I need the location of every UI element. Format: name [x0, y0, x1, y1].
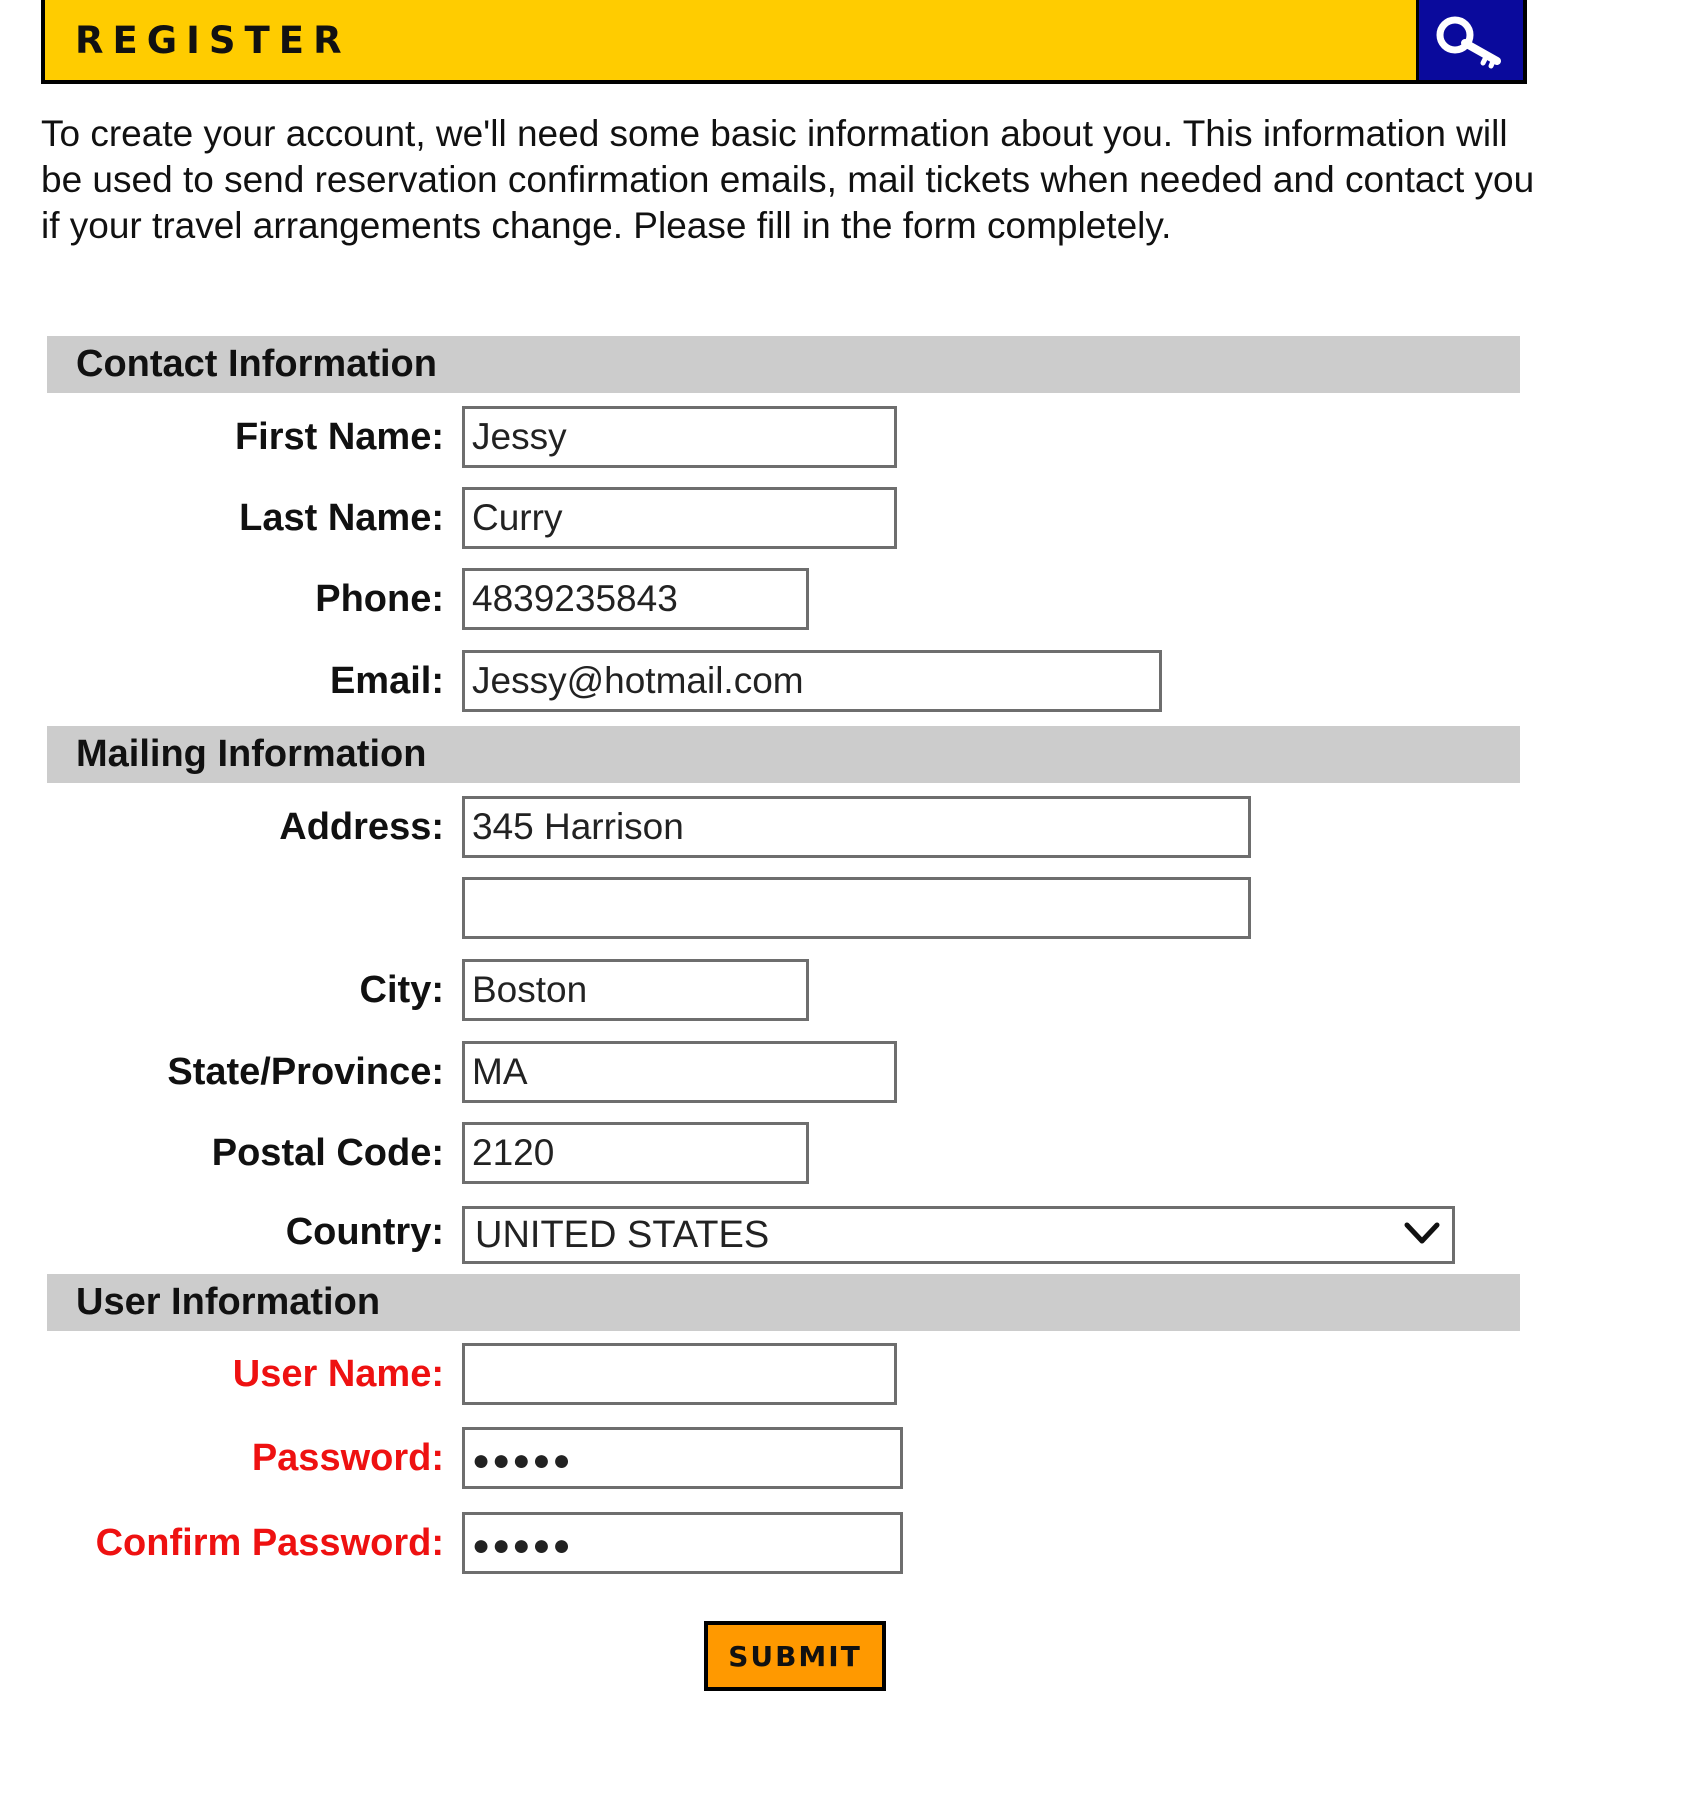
email-label: Email:: [329, 660, 444, 702]
country-select[interactable]: UNITED STATES: [462, 1206, 1455, 1264]
key-search-icon: [1416, 0, 1523, 80]
last-name-input[interactable]: Curry: [462, 487, 897, 549]
postal-code-label: Postal Code:: [211, 1132, 444, 1174]
confirm-password-label: Confirm Password:: [95, 1522, 444, 1564]
state-province-input[interactable]: MA: [462, 1041, 897, 1103]
city-label: City:: [359, 969, 444, 1011]
postal-code-input[interactable]: 2120: [462, 1122, 809, 1184]
register-banner: REGISTER: [41, 0, 1527, 84]
state-province-label: State/Province:: [167, 1051, 444, 1093]
first-name-label: First Name:: [234, 416, 444, 458]
section-contact-information: Contact Information: [47, 336, 1520, 393]
username-label: User Name:: [232, 1353, 444, 1395]
section-user-information: User Information: [47, 1274, 1520, 1331]
submit-button[interactable]: SUBMIT: [704, 1621, 886, 1691]
page-title: REGISTER: [75, 18, 351, 62]
last-name-label: Last Name:: [239, 497, 444, 539]
confirm-password-input[interactable]: ●●●●●: [462, 1512, 903, 1574]
phone-label: Phone:: [315, 578, 444, 620]
chevron-down-icon: [1402, 1214, 1442, 1257]
email-input[interactable]: Jessy@hotmail.com: [462, 650, 1162, 712]
address-label: Address:: [279, 806, 444, 848]
phone-input[interactable]: 4839235843: [462, 568, 809, 630]
city-input[interactable]: Boston: [462, 959, 809, 1021]
section-mailing-information: Mailing Information: [47, 726, 1520, 783]
intro-text: To create your account, we'll need some …: [41, 113, 1535, 246]
username-input[interactable]: [462, 1343, 897, 1405]
first-name-input[interactable]: Jessy: [462, 406, 897, 468]
password-label: Password:: [251, 1437, 444, 1479]
password-input[interactable]: ●●●●●: [462, 1427, 903, 1489]
country-label: Country:: [285, 1211, 444, 1253]
country-selected-value: UNITED STATES: [475, 1213, 770, 1256]
address-line2-input[interactable]: [462, 877, 1251, 939]
address-line1-input[interactable]: 345 Harrison: [462, 796, 1251, 858]
